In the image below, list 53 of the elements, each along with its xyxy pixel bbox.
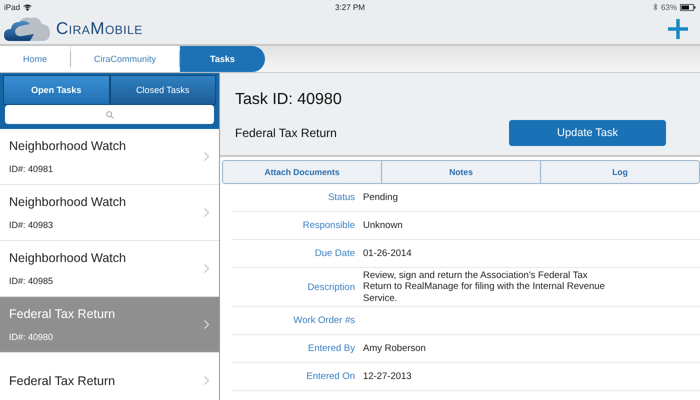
nav-tab[interactable]: Tasks bbox=[180, 46, 265, 72]
field-value: 01-26-2014 bbox=[363, 248, 413, 260]
task-list-item[interactable]: Neighborhood Watch ID#: 40981 bbox=[0, 129, 219, 185]
wifi-icon bbox=[23, 4, 32, 10]
chevron-icon bbox=[204, 376, 209, 385]
cloud-logo-icon bbox=[4, 16, 50, 42]
app-logo-text: CiraMobile bbox=[56, 19, 143, 39]
task-filter-tab[interactable]: Open Tasks bbox=[3, 75, 110, 105]
task-id: ID#: 40985 bbox=[9, 276, 54, 286]
update-task-button[interactable]: Update Task bbox=[509, 120, 666, 146]
field-label: Responsible bbox=[302, 220, 356, 231]
field-label: Status bbox=[327, 192, 356, 203]
add-icon[interactable] bbox=[668, 19, 688, 39]
chevron-icon bbox=[204, 208, 209, 217]
task-title: Neighborhood Watch bbox=[9, 139, 126, 153]
field-label: Entered On bbox=[305, 371, 356, 382]
clock-time: 3:27 PM bbox=[335, 2, 365, 12]
task-id: ID#: 40983 bbox=[9, 220, 54, 230]
task-title: Federal Tax Return bbox=[9, 307, 116, 321]
task-filter-tab[interactable]: Closed Tasks bbox=[110, 75, 216, 105]
field-label: Due Date bbox=[314, 248, 356, 259]
nav-tab[interactable]: CiraCommunity bbox=[71, 46, 180, 72]
task-title: Neighborhood Watch bbox=[9, 251, 126, 265]
field-value: Pending bbox=[363, 192, 399, 204]
chevron-icon bbox=[204, 264, 209, 273]
task-title: Federal Tax Return bbox=[9, 374, 116, 388]
task-id: ID#: 40981 bbox=[9, 164, 54, 174]
field-value: Unknown bbox=[363, 220, 404, 232]
bluetooth-icon bbox=[652, 3, 658, 11]
battery-percent: 63% bbox=[660, 2, 677, 12]
detail-tab[interactable]: Notes bbox=[381, 161, 540, 183]
device-name: iPad bbox=[4, 2, 20, 12]
nav-tab[interactable]: Home bbox=[0, 46, 70, 72]
field-label: Work Order #s bbox=[292, 315, 356, 326]
detail-tab[interactable]: Attach Documents bbox=[223, 161, 381, 183]
search-icon bbox=[106, 110, 114, 118]
task-id: ID#: 40980 bbox=[9, 332, 54, 342]
field-value: Review, sign and return the Association's Federal Tax Return to RealManage for filing with the Internal Revenue Service. bbox=[363, 270, 606, 304]
chevron-icon bbox=[204, 320, 209, 329]
task-id-heading: Task ID: 40980 bbox=[235, 91, 343, 109]
task-name: Federal Tax Return bbox=[235, 126, 337, 140]
chevron-icon bbox=[204, 152, 209, 161]
field-label: Entered By bbox=[307, 343, 356, 354]
task-title: Neighborhood Watch bbox=[9, 195, 126, 209]
field-value: 12-27-2013 bbox=[363, 370, 413, 382]
task-list-item[interactable]: Federal Tax Return ID#: 40980 bbox=[0, 297, 219, 353]
task-list-item[interactable]: Federal Tax Return bbox=[0, 353, 219, 400]
detail-tab[interactable]: Log bbox=[540, 161, 699, 183]
task-list-item[interactable]: Neighborhood Watch ID#: 40983 bbox=[0, 185, 219, 241]
field-label: Description bbox=[306, 282, 356, 293]
search-field[interactable] bbox=[5, 105, 214, 124]
battery-icon bbox=[680, 4, 696, 10]
field-value: Amy Roberson bbox=[363, 342, 427, 354]
